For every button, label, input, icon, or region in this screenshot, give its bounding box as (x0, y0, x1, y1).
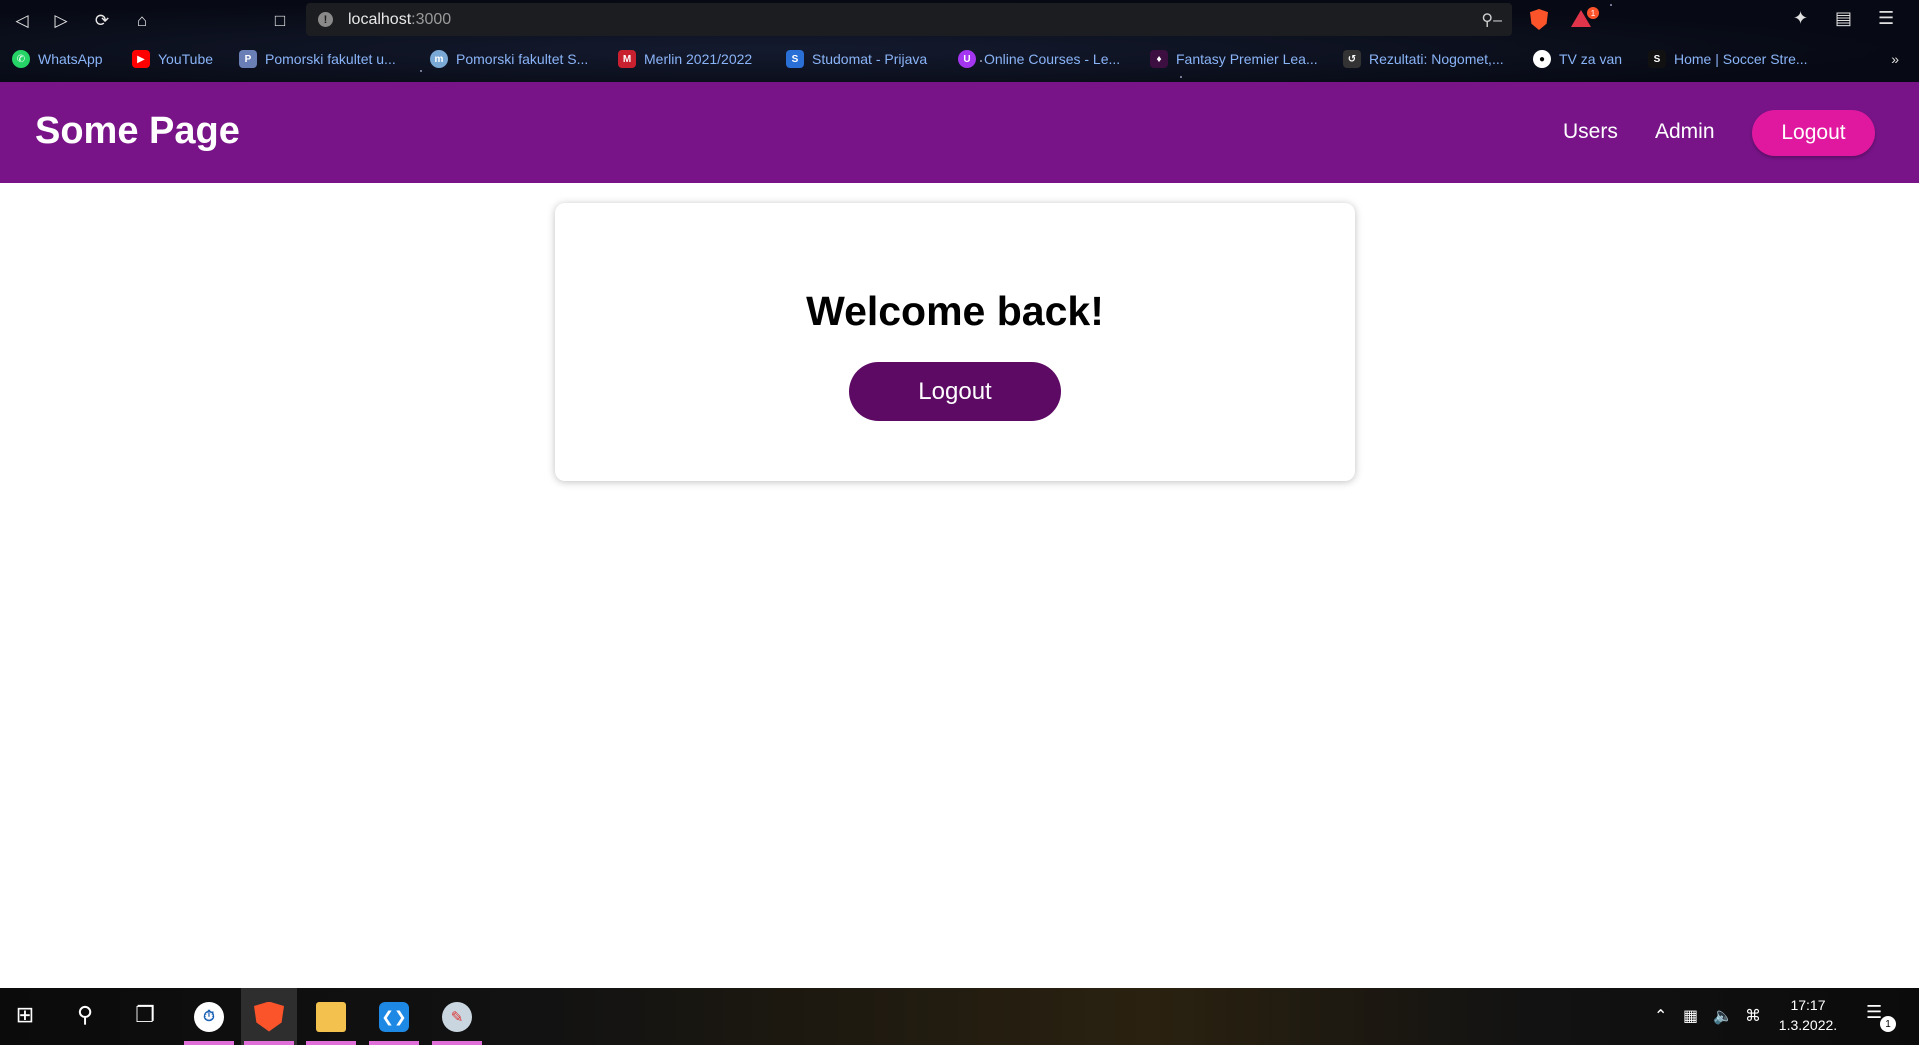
app-header: Some Page Users Admin Logout (0, 82, 1919, 183)
clock-time: 17:17 (1790, 997, 1826, 1013)
welcome-card: Welcome back! Logout (555, 203, 1355, 481)
welcome-heading: Welcome back! (806, 288, 1104, 334)
bookmark-pomorski-1[interactable]: P Pomorski fakultet u... (239, 49, 396, 69)
bookmarks-overflow-icon[interactable]: » (1891, 51, 1899, 67)
bookmark-udemy[interactable]: U Online Courses - Le... (958, 49, 1120, 69)
bookmark-soccer-streams[interactable]: S Home | Soccer Stre... (1648, 49, 1808, 69)
rezultati-icon: ↺ (1343, 50, 1361, 68)
bookmark-youtube[interactable]: ▶ YouTube (132, 49, 213, 69)
notification-badge: 1 (1880, 1016, 1896, 1032)
vscode-icon: ❮❯ (379, 1001, 409, 1032)
bookmark-pomorski-2[interactable]: m Pomorski fakultet S... (430, 49, 588, 69)
wifi-icon[interactable]: ⌘ (1745, 1006, 1761, 1026)
taskbar-app-brave[interactable] (241, 988, 297, 1045)
bookmark-icon[interactable]: □ (268, 8, 292, 32)
merlin-icon: M (618, 50, 636, 68)
app-running-indicator (306, 1041, 356, 1045)
globe-icon: ● (1533, 50, 1551, 68)
brave-browser-icon (254, 1001, 284, 1032)
nav-link-users[interactable]: Users (1563, 120, 1618, 144)
taskbar-app-clock[interactable]: ⏱ (181, 988, 237, 1045)
youtube-icon: ▶ (132, 50, 150, 68)
clock-date: 1.3.2022. (1778, 1017, 1838, 1033)
background-star (1180, 76, 1182, 78)
header-logout-button[interactable]: Logout (1752, 110, 1875, 156)
rewards-badge: 1 (1587, 7, 1599, 19)
battery-icon[interactable]: ▦ (1683, 1006, 1698, 1026)
card-logout-button[interactable]: Logout (849, 362, 1061, 421)
premier-league-icon: ♦ (1150, 50, 1168, 68)
extensions-icon[interactable]: ✦ (1793, 8, 1808, 29)
tray-overflow-icon[interactable]: ⌃ (1654, 1006, 1667, 1026)
site-info-icon[interactable]: ! (318, 12, 333, 27)
bookmark-fantasy-premier-league[interactable]: ♦ Fantasy Premier Lea... (1150, 49, 1318, 69)
app-running-indicator (244, 1041, 294, 1045)
wallet-icon[interactable]: ▤ (1835, 8, 1852, 29)
windows-taskbar: ⊞ ⚲ ❐ ⏱ ❮❯ ✎ ⌃ ▦ 🔈 ⌘ 17:17 1.3.2022. ☰ 1 (0, 988, 1919, 1045)
udemy-icon: U (958, 50, 976, 68)
system-clock[interactable]: 17:17 1.3.2022. (1770, 995, 1846, 1035)
pomorski-icon: P (239, 50, 257, 68)
bookmark-merlin[interactable]: M Merlin 2021/2022 (618, 49, 752, 69)
taskbar-app-paint[interactable]: ✎ (429, 988, 485, 1045)
moodle-icon: m (430, 50, 448, 68)
bookmark-tv-za-van[interactable]: ● TV za van (1533, 49, 1622, 69)
bookmark-studomat[interactable]: S Studomat - Prijava (786, 49, 927, 69)
taskbar-app-vscode[interactable]: ❮❯ (366, 988, 422, 1045)
task-view-icon[interactable]: ❐ (128, 998, 162, 1032)
app-running-indicator (432, 1041, 482, 1045)
bookmark-rezultati[interactable]: ↺ Rezultati: Nogomet,... (1343, 49, 1504, 69)
nav-link-admin[interactable]: Admin (1655, 120, 1715, 144)
volume-icon[interactable]: 🔈 (1713, 1006, 1733, 1026)
search-icon[interactable]: ⚲ (68, 998, 102, 1032)
paint-icon: ✎ (442, 1001, 472, 1032)
browser-toolbar: ◁ ▷ ⟳ ⌂ □ ! localhost:3000 ⚲– 1 ✦ ▤ ☰ (0, 0, 1919, 40)
app-running-indicator (184, 1041, 234, 1045)
address-bar[interactable]: ! localhost:3000 ⚲– (306, 3, 1512, 36)
soccer-streams-icon: S (1648, 50, 1666, 68)
browser-chrome: ◁ ▷ ⟳ ⌂ □ ! localhost:3000 ⚲– 1 ✦ ▤ ☰ ✆ … (0, 0, 1919, 82)
brave-shield-icon[interactable] (1530, 9, 1548, 30)
taskbar-app-explorer[interactable] (303, 988, 359, 1045)
key-icon[interactable]: ⚲– (1481, 10, 1502, 30)
whatsapp-icon: ✆ (12, 50, 30, 68)
forward-icon[interactable]: ▷ (49, 8, 73, 32)
app-clock-icon: ⏱ (194, 1001, 224, 1032)
home-icon[interactable]: ⌂ (130, 8, 154, 32)
brand-title[interactable]: Some Page (35, 110, 240, 153)
back-icon[interactable]: ◁ (10, 8, 34, 32)
menu-icon[interactable]: ☰ (1878, 8, 1894, 29)
app-running-indicator (369, 1041, 419, 1045)
studomat-icon: S (786, 50, 804, 68)
bookmark-whatsapp[interactable]: ✆ WhatsApp (12, 49, 103, 69)
windows-start-icon[interactable]: ⊞ (8, 998, 42, 1032)
url-text[interactable]: localhost:3000 (348, 11, 451, 29)
bookmarks-bar: ✆ WhatsApp ▶ YouTube P Pomorski fakultet… (0, 43, 1919, 73)
reload-icon[interactable]: ⟳ (90, 8, 114, 32)
file-explorer-icon (316, 1001, 346, 1032)
